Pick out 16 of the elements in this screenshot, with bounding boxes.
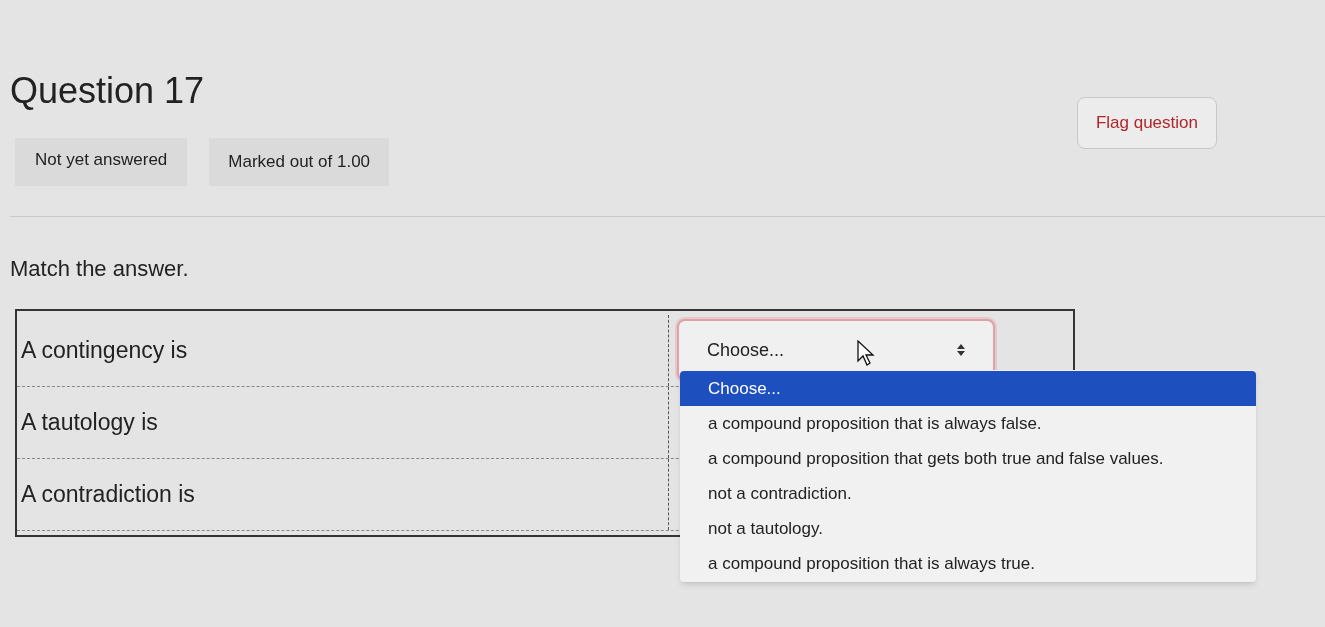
marks-badge: Marked out of 1.00 (209, 138, 390, 186)
question-prompt: Match the answer. (10, 254, 190, 283)
dropdown-option[interactable]: not a contradiction. (680, 476, 1256, 511)
status-badge: Not yet answered (15, 138, 188, 186)
question-stem: A tautology is (17, 386, 669, 458)
dropdown-option[interactable]: a compound proposition that gets both true and false values. (680, 441, 1256, 476)
dropdown-option[interactable]: Choose... (680, 371, 1256, 406)
dropdown-option[interactable]: a compound proposition that is always false. (680, 406, 1256, 441)
dropdown-option[interactable]: a compound proposition that is always true. (680, 546, 1256, 581)
question-stem: A contingency is (17, 314, 669, 386)
mouse-cursor-icon (857, 340, 875, 366)
sort-caret-icon (957, 344, 965, 356)
flag-question-button[interactable]: Flag question (1076, 97, 1217, 149)
dropdown-option[interactable]: not a tautology. (680, 511, 1256, 546)
question-title: Question 17 (10, 70, 206, 112)
question-stem: A contradiction is (17, 458, 669, 530)
